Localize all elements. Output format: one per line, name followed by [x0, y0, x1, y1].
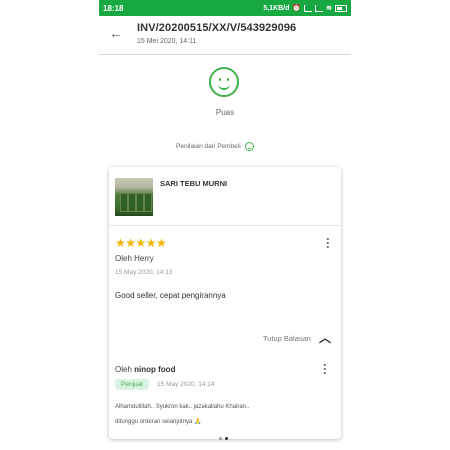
- alarm-icon: ⏰: [292, 5, 302, 12]
- star-rating: ★★★★★: [115, 236, 167, 250]
- collapse-replies-button[interactable]: Tutup Balasan ︿: [263, 332, 331, 344]
- invoice-date: 15 Mei 2020, 14:11: [137, 38, 197, 45]
- status-bar: 18:18 5,1KB/d ⏰ ≋: [99, 0, 351, 16]
- reply-more-options-icon[interactable]: ⋯: [318, 363, 332, 375]
- network-speed: 5,1KB/d: [263, 4, 290, 12]
- reviewer-name: Oleh Herry: [115, 254, 154, 263]
- status-indicators: 5,1KB/d ⏰ ≋: [263, 4, 347, 12]
- reply-text: Alhamdulillah.. Syukron kak.. jazakallah…: [115, 400, 325, 430]
- smiley-icon: [209, 67, 239, 97]
- seller-name: ninop food: [134, 365, 176, 374]
- product-thumbnail[interactable]: [115, 178, 153, 216]
- review-date: 15 May 2020, 14:13: [115, 269, 173, 276]
- rating-label: Puas: [215, 108, 235, 117]
- product-name[interactable]: SARI TEBU MURNI: [160, 179, 227, 188]
- review-card: SARI TEBU MURNI ★★★★★ ⋯ Oleh Herry 15 Ma…: [109, 167, 341, 439]
- page-dot-active: [225, 437, 228, 440]
- buyer-rating-label: Penilaian dari Pembeli: [176, 143, 241, 150]
- status-time: 18:18: [103, 3, 124, 13]
- invoice-number: INV/20200515/XX/V/543929096: [137, 22, 297, 34]
- review-text: Good seller, cepat pengirannya: [115, 291, 226, 300]
- signal-icon: [304, 4, 313, 12]
- seller-badge: Penjual: [115, 379, 149, 390]
- review-more-options-icon[interactable]: ⋯: [321, 237, 335, 249]
- arrow-left-icon[interactable]: ←: [109, 25, 123, 41]
- page-indicator: [219, 437, 228, 440]
- smiley-small-icon: [244, 142, 254, 151]
- battery-icon: [335, 4, 347, 12]
- divider: [109, 225, 341, 226]
- phone-screen: 18:18 5,1KB/d ⏰ ≋ ← INV/20200515/XX/V/54…: [99, 0, 351, 450]
- reply-author: Oleh ninop food: [115, 365, 175, 374]
- reply-line-2: ditunggu orderan selanjutnya 🙏: [115, 419, 202, 425]
- reply-author-prefix: Oleh: [115, 365, 132, 374]
- buyer-rating-section: Penilaian dari Pembeli: [176, 142, 254, 151]
- invoice-header: ← INV/20200515/XX/V/543929096 15 Mei 202…: [99, 16, 351, 55]
- wifi-icon: ≋: [326, 5, 332, 12]
- signal-icon-2: [315, 4, 324, 12]
- reply-line-1: Alhamdulillah.. Syukron kak.. jazakallah…: [115, 404, 250, 410]
- reply-date: 15 May 2020, 14:14: [157, 381, 215, 388]
- collapse-replies-label: Tutup Balasan: [262, 333, 311, 343]
- page-dot: [219, 437, 222, 440]
- chevron-up-icon: ︿: [318, 331, 331, 345]
